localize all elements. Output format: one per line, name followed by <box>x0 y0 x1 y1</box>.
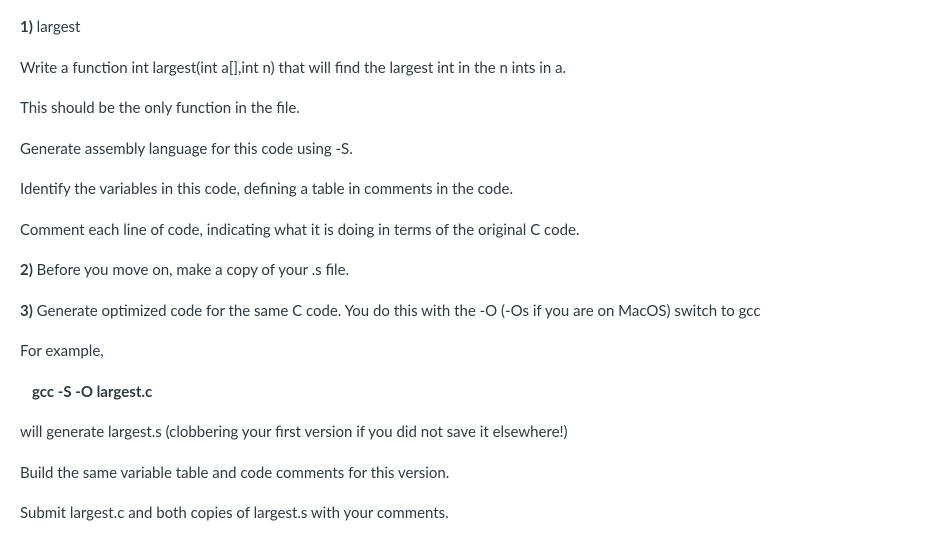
paragraph-text: Identify the variables in this code, def… <box>20 178 923 201</box>
item-1-heading: 1) largest <box>20 16 923 39</box>
item-2-text: Before you move on, make a copy of your … <box>33 261 349 279</box>
item-3: 3) Generate optimized code for the same … <box>20 300 923 323</box>
paragraph-text: Generate assembly language for this code… <box>20 138 923 161</box>
paragraph-text: This should be the only function in the … <box>20 97 923 120</box>
paragraph-text: Build the same variable table and code c… <box>20 462 923 485</box>
paragraph-text: Comment each line of code, indicating wh… <box>20 219 923 242</box>
item-2-number: 2) <box>20 261 33 279</box>
paragraph-text: Write a function int largest(int a[],int… <box>20 57 923 80</box>
item-1-title: largest <box>33 18 81 36</box>
paragraph-text: Submit largest.c and both copies of larg… <box>20 502 923 525</box>
paragraph-text: For example, <box>20 340 923 363</box>
code-example: gcc -S -O largest.c <box>20 381 923 404</box>
item-3-number: 3) <box>20 302 33 320</box>
paragraph-text: will generate largest.s (clobbering your… <box>20 421 923 444</box>
item-1-number: 1) <box>20 18 33 36</box>
item-2: 2) Before you move on, make a copy of yo… <box>20 259 923 282</box>
item-3-text: Generate optimized code for the same C c… <box>33 302 761 320</box>
